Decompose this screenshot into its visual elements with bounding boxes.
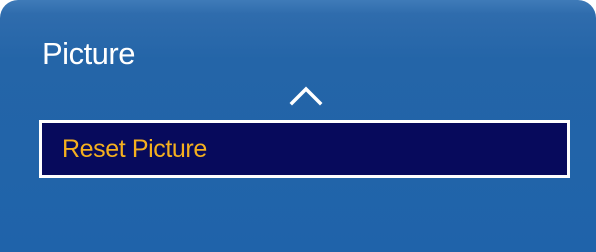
chevron-up-glyph <box>289 86 323 106</box>
menu-item-reset-picture[interactable]: Reset Picture <box>39 120 570 178</box>
menu-title: Picture <box>42 36 135 71</box>
picture-menu-panel: Picture Reset Picture <box>0 0 596 252</box>
chevron-up-icon[interactable] <box>288 84 324 106</box>
menu-item-label: Reset Picture <box>62 135 207 163</box>
